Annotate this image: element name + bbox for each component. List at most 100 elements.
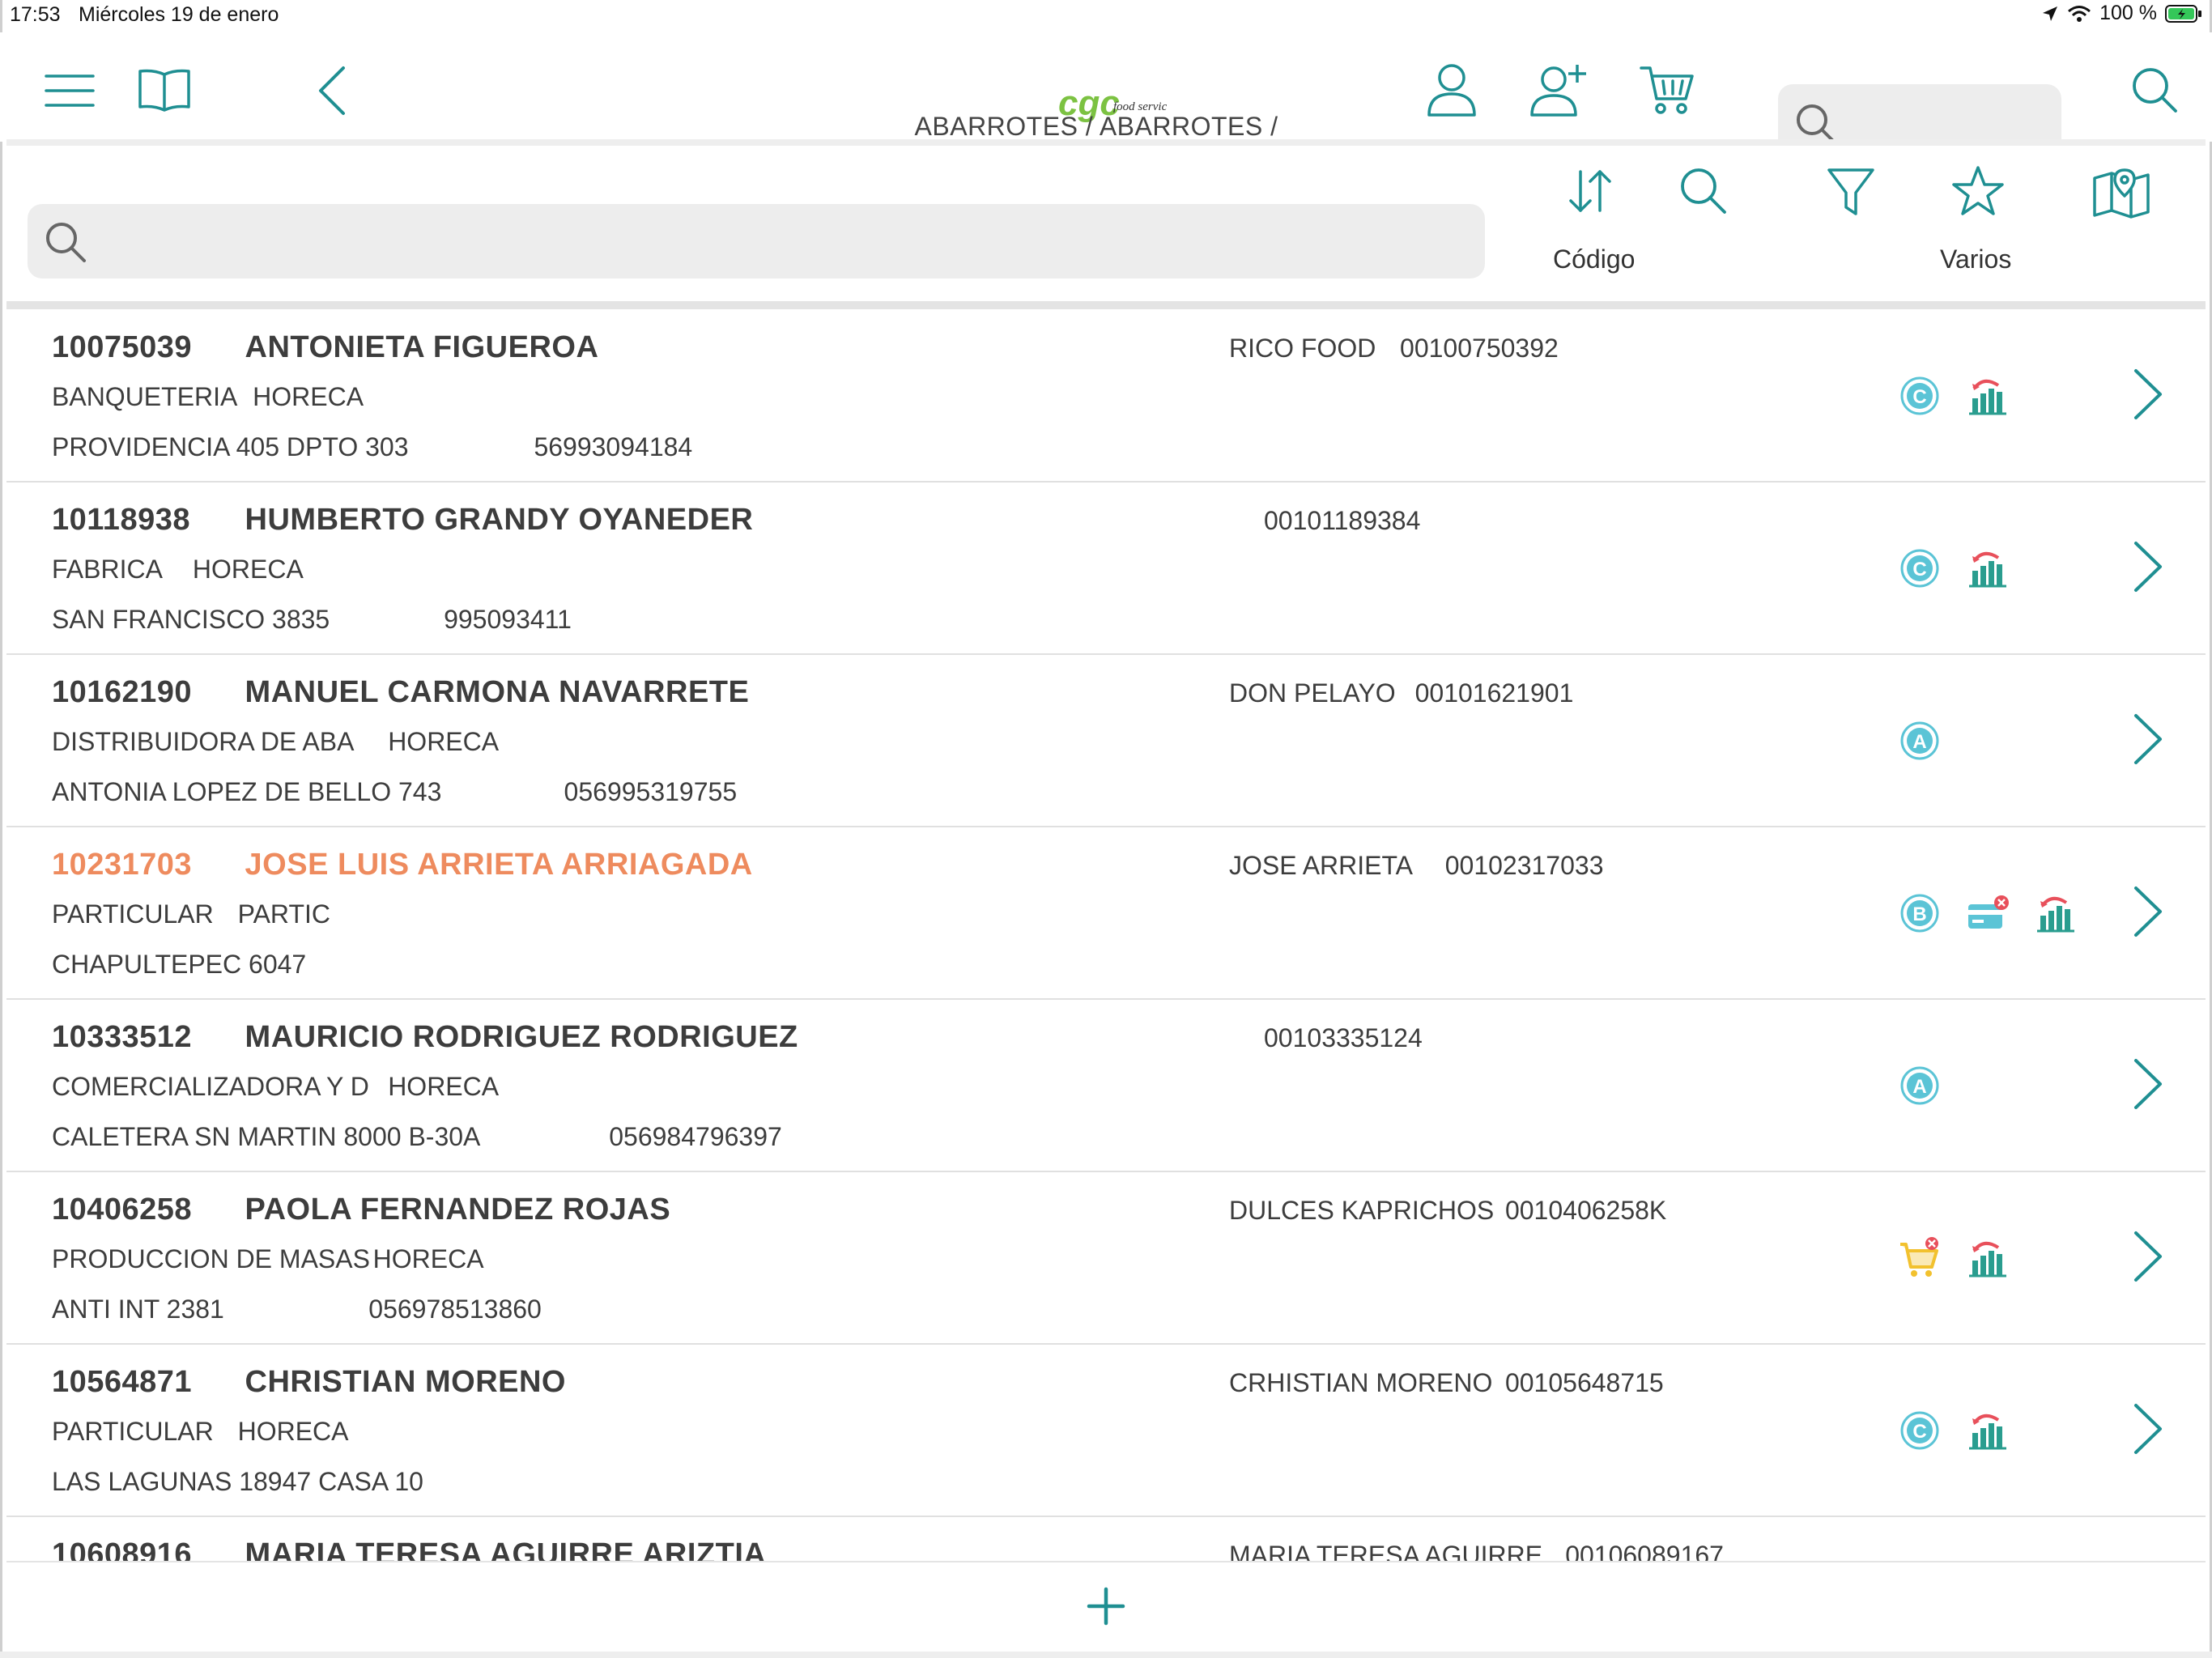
customer-search-input[interactable] [28, 204, 1485, 278]
credit-category-badge-icon: C [1900, 549, 1939, 588]
sort-button[interactable]: Código [1553, 164, 1650, 285]
list-top-divider [6, 301, 2206, 309]
customer-account: 00100750392 [1400, 334, 1559, 363]
customer-phone: 056978513860 [368, 1295, 542, 1324]
customer-phone: 056984796397 [609, 1122, 782, 1151]
sort-label: Código [1553, 244, 1636, 274]
customer-list: 10075039 ANTONIETA FIGUEROA RICO FOOD 00100… [6, 309, 2206, 1561]
customer-code: 10608916 [52, 1537, 193, 1561]
chevron-right-icon[interactable] [2129, 1057, 2165, 1111]
shopping-cart-icon[interactable] [1639, 63, 1695, 117]
customer-row[interactable]: 10564871 CHRISTIAN MORENO CRHISTIAN MORENO… [6, 1344, 2206, 1517]
status-bar: 17:53 Miércoles 19 de enero 100 % [0, 0, 2212, 32]
customer-segment: HORECA [388, 1072, 500, 1101]
customer-account: 00101189384 [1264, 506, 1421, 535]
sales-chart-icon [1969, 1414, 2006, 1450]
header-divider [6, 139, 2206, 146]
back-chevron-icon[interactable] [316, 65, 348, 117]
chevron-right-icon[interactable] [2129, 1402, 2165, 1456]
customer-address: CHAPULTEPEC 6047 [52, 950, 307, 979]
customer-account: 00103335124 [1264, 1023, 1423, 1052]
customer-category: FABRICA [52, 555, 163, 584]
customer-name: JOSE LUIS ARRIETA ARRIAGADA [245, 848, 753, 882]
customer-code: 10162190 [52, 675, 193, 709]
customer-name: CHRISTIAN MORENO [245, 1365, 566, 1399]
list-toolbar: Código Varios [6, 146, 2206, 301]
customer-account: 00105648715 [1504, 1368, 1664, 1397]
customer-name: MANUEL CARMONA NAVARRETE [245, 675, 750, 709]
customer-row[interactable]: 10231703 JOSE LUIS ARRIETA ARRIAGADA JOSE … [6, 827, 2206, 1000]
app-header: cgc food service ABARROTES / ABARROTES /… [0, 32, 2212, 171]
customer-row[interactable]: 10075039 ANTONIETA FIGUEROA RICO FOOD 00100… [6, 309, 2206, 483]
wifi-icon [2068, 5, 2091, 22]
customer-address: CALETERA SN MARTIN 8000 B-30A [52, 1122, 481, 1151]
customer-name: MARIA TERESA AGUIRRE ARIZTIA [245, 1537, 767, 1561]
chevron-right-icon[interactable] [2129, 1230, 2165, 1283]
chevron-right-icon[interactable] [2129, 885, 2165, 938]
status-date: Miércoles 19 de enero [79, 3, 279, 26]
customer-segment: PARTIC [237, 899, 330, 929]
customer-code: 10333512 [52, 1020, 193, 1054]
bottom-edge [0, 1652, 2212, 1658]
credit-category-badge-icon: A [1900, 721, 1939, 760]
customer-alias: DULCES KAPRICHOS [1229, 1196, 1495, 1225]
customer-address: ANTI INT 2381 [52, 1295, 224, 1324]
customer-name: HUMBERTO GRANDY OYANEDER [245, 503, 754, 537]
advanced-search-icon[interactable] [1679, 167, 1728, 215]
customer-row[interactable]: 10333512 MAURICIO RODRIGUEZ RODRIGUEZ 0010… [6, 999, 2206, 1172]
customer-name: MAURICIO RODRIGUEZ RODRIGUEZ [245, 1020, 798, 1054]
customer-row[interactable]: 10406258 PAOLA FERNANDEZ ROJAS DULCES KAPR… [6, 1171, 2206, 1345]
sales-chart-icon [1969, 379, 2006, 415]
chevron-right-icon[interactable] [2129, 540, 2165, 593]
customer-segment: HORECA [388, 727, 500, 756]
sales-chart-icon [1969, 1241, 2006, 1278]
customer-alias: DON PELAYO [1229, 678, 1396, 708]
customer-row[interactable]: 10118938 HUMBERTO GRANDY OYANEDER 00101189… [6, 482, 2206, 655]
customer-row[interactable]: 10608916 MARIA TERESA AGUIRRE ARIZTIA MARI… [6, 1516, 2206, 1561]
customer-name: ANTONIETA FIGUEROA [245, 330, 599, 364]
add-user-icon[interactable] [1529, 62, 1590, 117]
customer-row[interactable]: 10162190 MANUEL CARMONA NAVARRETE DON PELA… [6, 654, 2206, 827]
chevron-right-icon[interactable] [2129, 368, 2165, 421]
customer-address: ANTONIA LOPEZ DE BELLO 743 [52, 777, 442, 806]
catalog-book-icon[interactable] [138, 66, 191, 112]
customer-segment: HORECA [237, 1417, 349, 1446]
customer-account: 00101621901 [1414, 678, 1574, 708]
badge-letter: A [1912, 731, 1926, 753]
user-profile-icon[interactable] [1427, 62, 1477, 117]
customer-segment: HORECA [253, 382, 364, 411]
credit-category-badge-icon: C [1900, 1411, 1939, 1450]
customer-category: PRODUCCION DE MASAS [52, 1244, 370, 1273]
customer-category: PARTICULAR [52, 1417, 214, 1446]
customer-alias: JOSE ARRIETA [1229, 851, 1414, 880]
customer-account: 0010406258K [1504, 1196, 1667, 1225]
chevron-right-icon[interactable] [2129, 712, 2165, 766]
favorites-button[interactable]: Varios [1933, 164, 2023, 285]
card-blocked-icon [1968, 895, 2009, 929]
status-indicators: 100 % [2041, 2, 2202, 25]
star-icon [1952, 166, 2004, 215]
window-edge-left [0, 0, 2, 1658]
customer-alias: RICO FOOD [1229, 334, 1376, 363]
add-customer-button[interactable] [1087, 1587, 1125, 1626]
status-time: 17:53 [10, 3, 61, 26]
battery-percent: 100 % [2099, 2, 2157, 24]
customer-account: 00106089167 [1565, 1541, 1724, 1561]
map-location-icon[interactable] [2092, 167, 2150, 219]
badge-letter: C [1912, 386, 1926, 408]
customer-code: 10075039 [52, 330, 193, 364]
menu-icon[interactable] [44, 73, 96, 108]
customer-category: BANQUETERIA [52, 382, 238, 411]
customer-name: PAOLA FERNANDEZ ROJAS [245, 1192, 671, 1226]
global-search-icon[interactable] [2131, 66, 2178, 113]
sales-chart-icon [2037, 896, 2074, 933]
customer-code: 10564871 [52, 1365, 193, 1399]
customer-code: 10231703 [52, 848, 193, 882]
credit-category-badge-icon: A [1900, 1066, 1939, 1105]
customer-address: PROVIDENCIA 405 DPTO 303 [52, 432, 409, 461]
sales-chart-icon [1969, 551, 2006, 588]
customer-account: 00102317033 [1444, 851, 1604, 880]
badge-letter: B [1912, 903, 1926, 925]
customer-alias: MARIA TERESA AGUIRRE [1229, 1541, 1543, 1561]
filter-funnel-icon[interactable] [1827, 167, 1875, 217]
